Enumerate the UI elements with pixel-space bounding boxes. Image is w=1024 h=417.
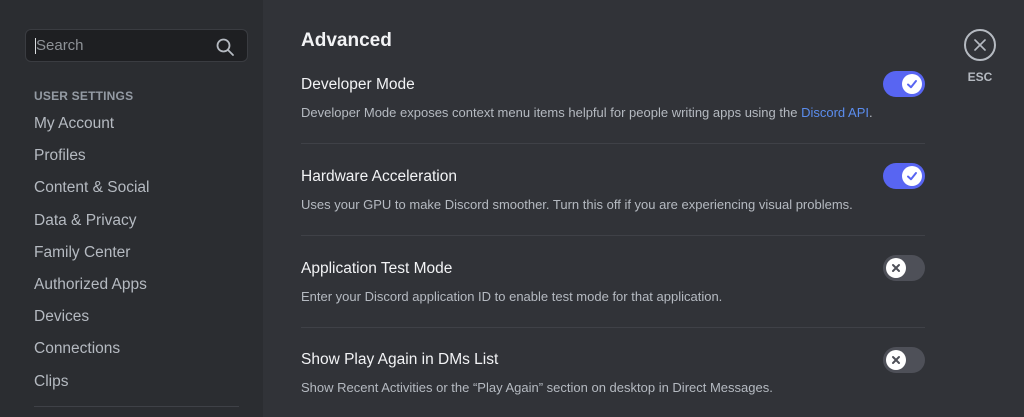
sidebar-item-content-social[interactable]: Content & Social — [34, 172, 149, 204]
esc-label: ESC — [967, 70, 993, 84]
hardware-acceleration-toggle[interactable] — [883, 163, 925, 189]
x-icon — [892, 264, 900, 272]
search-box[interactable] — [25, 29, 248, 62]
sidebar-item-family-center[interactable]: Family Center — [34, 237, 149, 269]
search-icon[interactable] — [215, 37, 235, 57]
divider — [301, 327, 925, 328]
setting-title: Application Test Mode — [301, 260, 453, 277]
close-settings: ESC — [962, 29, 998, 84]
description-text: Developer Mode exposes context menu item… — [301, 105, 802, 120]
divider — [301, 235, 925, 236]
section-header-user-settings: USER SETTINGS — [34, 89, 134, 103]
settings-nav: My Account Profiles Content & Social Dat… — [34, 108, 149, 398]
settings-sidebar: USER SETTINGS My Account Profiles Conten… — [0, 0, 263, 417]
search-input[interactable] — [36, 30, 206, 61]
discord-api-link[interactable]: Discord API — [801, 105, 869, 120]
text-caret — [35, 38, 36, 54]
description-text-end: . — [868, 105, 873, 120]
toggle-knob — [902, 166, 922, 186]
developer-mode-toggle[interactable] — [883, 71, 925, 97]
check-icon — [907, 80, 917, 89]
setting-title: Hardware Acceleration — [301, 168, 457, 185]
setting-description: Show Recent Activities or the “Play Agai… — [301, 380, 773, 395]
setting-title: Developer Mode — [301, 76, 415, 93]
sidebar-item-data-privacy[interactable]: Data & Privacy — [34, 205, 149, 237]
sidebar-item-my-account[interactable]: My Account — [34, 108, 149, 140]
setting-description: Uses your GPU to make Discord smoother. … — [301, 197, 853, 212]
x-icon — [892, 356, 900, 364]
sidebar-item-devices[interactable]: Devices — [34, 301, 149, 333]
toggle-knob — [902, 74, 922, 94]
sidebar-item-profiles[interactable]: Profiles — [34, 140, 149, 172]
close-icon — [974, 39, 986, 51]
toggle-knob — [886, 350, 906, 370]
divider — [301, 143, 925, 144]
page-title: Advanced — [301, 30, 392, 51]
setting-description: Enter your Discord application ID to ena… — [301, 289, 723, 304]
setting-description: Developer Mode exposes context menu item… — [301, 105, 873, 120]
sidebar-item-authorized-apps[interactable]: Authorized Apps — [34, 269, 149, 301]
close-button[interactable] — [964, 29, 996, 61]
sidebar-divider — [34, 406, 239, 407]
settings-content: Advanced Developer Mode Developer Mode e… — [263, 0, 1024, 417]
check-icon — [907, 172, 917, 181]
toggle-knob — [886, 258, 906, 278]
show-play-again-toggle[interactable] — [883, 347, 925, 373]
sidebar-item-clips[interactable]: Clips — [34, 366, 149, 398]
application-test-mode-toggle[interactable] — [883, 255, 925, 281]
setting-title: Show Play Again in DMs List — [301, 351, 499, 368]
sidebar-item-connections[interactable]: Connections — [34, 333, 149, 365]
